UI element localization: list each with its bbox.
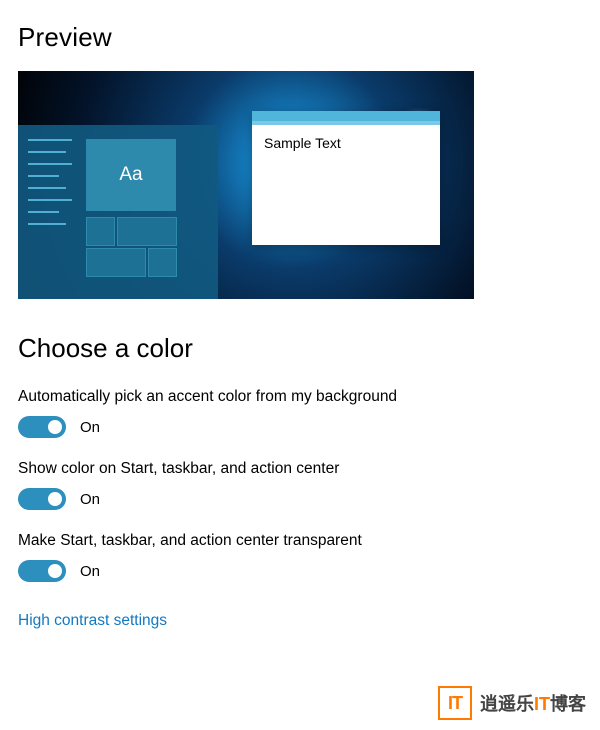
sample-window-text: Sample Text	[252, 125, 440, 161]
tile-medium	[117, 217, 177, 246]
watermark-text-pre: 逍遥乐	[480, 694, 534, 714]
sample-window: Sample Text	[252, 111, 440, 245]
start-menu-preview: Aa	[18, 125, 218, 299]
toggle-show-color[interactable]	[18, 488, 66, 510]
toggle-auto-accent[interactable]	[18, 416, 66, 438]
sample-window-titlebar	[252, 111, 440, 121]
setting-label: Make Start, taskbar, and action center t…	[18, 532, 582, 550]
setting-auto-accent: Automatically pick an accent color from …	[18, 388, 582, 438]
setting-show-color: Show color on Start, taskbar, and action…	[18, 460, 582, 510]
preview-panel: Aa Sample Text	[18, 71, 474, 299]
start-menu-list	[28, 139, 74, 235]
watermark: IT 逍遥乐IT博客	[438, 686, 586, 720]
toggle-state: On	[80, 563, 100, 580]
watermark-badge: IT	[438, 686, 472, 720]
setting-label: Automatically pick an accent color from …	[18, 388, 582, 406]
setting-label: Show color on Start, taskbar, and action…	[18, 460, 582, 478]
toggle-transparency[interactable]	[18, 560, 66, 582]
toggle-state: On	[80, 419, 100, 436]
tile-small	[148, 248, 177, 277]
choose-color-heading: Choose a color	[18, 333, 582, 364]
tile-medium	[86, 248, 146, 277]
setting-transparency: Make Start, taskbar, and action center t…	[18, 532, 582, 582]
high-contrast-link[interactable]: High contrast settings	[18, 612, 167, 630]
accent-tile: Aa	[86, 139, 176, 211]
watermark-text-post: 博客	[550, 694, 586, 714]
tile-small	[86, 217, 115, 246]
start-tiles: Aa	[86, 139, 206, 289]
watermark-text-it: IT	[534, 694, 550, 714]
toggle-state: On	[80, 491, 100, 508]
preview-heading: Preview	[18, 22, 582, 53]
